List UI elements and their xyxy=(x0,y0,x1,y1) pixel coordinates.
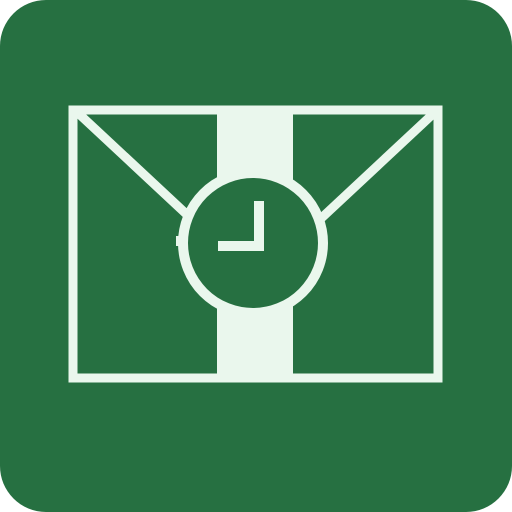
clock-hand-minute xyxy=(218,241,264,251)
mail-clock-icon[interactable] xyxy=(0,0,512,512)
icon-canvas xyxy=(0,0,512,512)
clock-notch xyxy=(176,236,188,246)
clock-icon xyxy=(176,168,328,318)
